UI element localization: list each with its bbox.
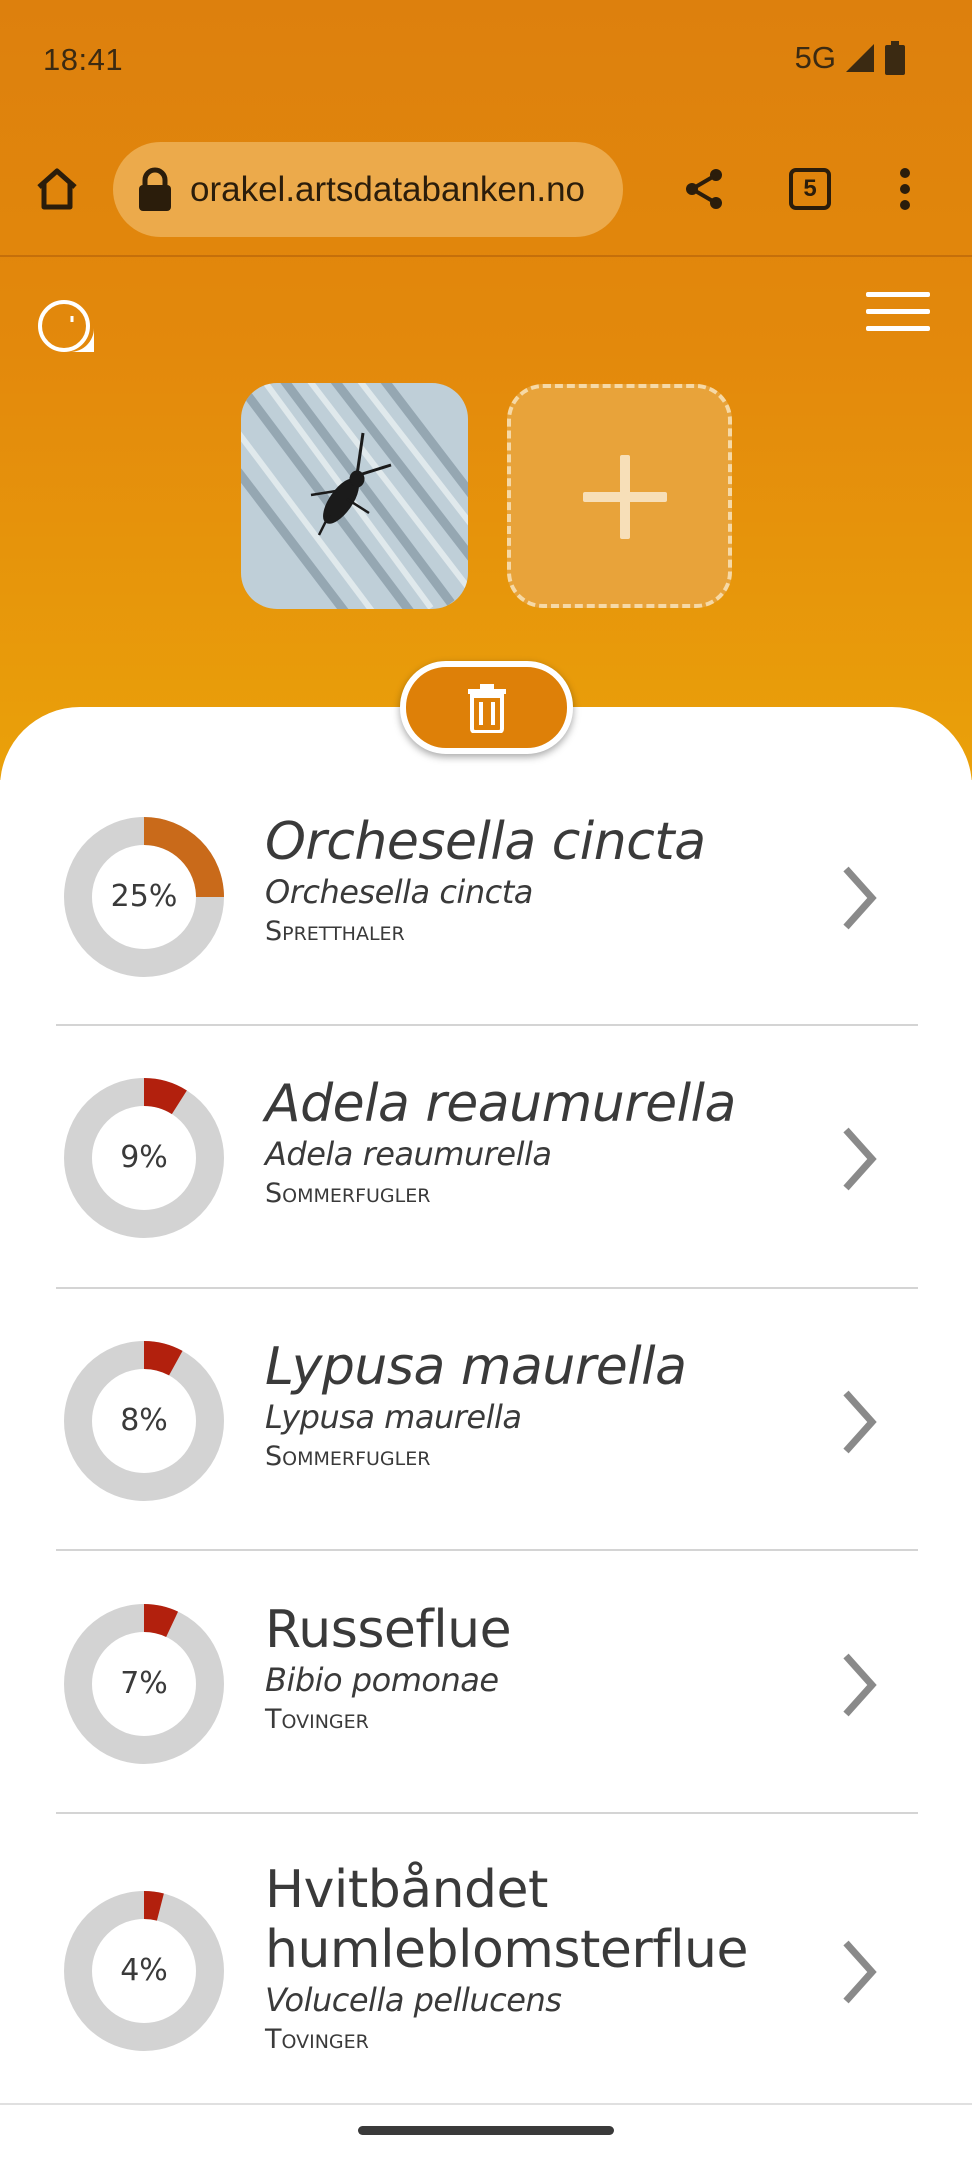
scientific-name: Bibio pomonae xyxy=(265,1661,499,1699)
share-button[interactable] xyxy=(668,153,740,225)
scientific-name: Adela reaumurella xyxy=(265,1135,552,1173)
home-button[interactable] xyxy=(21,153,93,225)
status-bar: 18:41 5G xyxy=(0,0,972,125)
chevron-right-icon[interactable] xyxy=(840,1650,880,1720)
plus-icon-vertical xyxy=(620,455,630,539)
confidence-percent: 4% xyxy=(120,1953,168,1988)
status-time: 18:41 xyxy=(43,42,124,77)
address-bar[interactable]: orakel.artsdatabanken.no xyxy=(113,142,623,237)
confidence-ring: 25% xyxy=(64,817,224,977)
tab-count: 5 xyxy=(789,168,831,210)
status-icons: 5G xyxy=(795,40,906,76)
result-text: Adela reaumurella Adela reaumurella Somm… xyxy=(265,1074,736,1214)
confidence-ring: 7% xyxy=(64,1604,224,1764)
result-row[interactable]: 7% Russeflue Bibio pomonae Tovinger xyxy=(56,1551,918,1814)
species-group: Spretthaler xyxy=(265,916,405,947)
species-name: Russeflue xyxy=(265,1600,512,1660)
delete-button[interactable] xyxy=(400,661,573,754)
confidence-ring: 9% xyxy=(64,1078,224,1238)
confidence-percent: 9% xyxy=(120,1140,168,1175)
artsorakel-logo-icon[interactable] xyxy=(36,296,96,356)
result-row[interactable]: 4% Hvitbåndet humleblomsterflue Volucell… xyxy=(56,1814,918,2104)
trash-icon xyxy=(467,683,506,733)
result-text: Hvitbåndet humleblomsterflue Volucella p… xyxy=(265,1860,825,2060)
confidence-percent: 8% xyxy=(120,1403,168,1438)
share-icon xyxy=(686,169,722,209)
tab-switcher-button[interactable]: 5 xyxy=(774,153,846,225)
species-group: Sommerfugler xyxy=(265,1178,431,1209)
insect-photo xyxy=(241,383,468,609)
result-row[interactable]: 9% Adela reaumurella Adela reaumurella S… xyxy=(56,1026,918,1289)
result-text: Lypusa maurella Lypusa maurella Sommerfu… xyxy=(265,1337,687,1477)
chevron-right-icon[interactable] xyxy=(840,863,880,933)
home-icon xyxy=(37,168,77,210)
confidence-percent: 25% xyxy=(110,879,178,914)
scientific-name: Lypusa maurella xyxy=(265,1398,522,1436)
signal-icon xyxy=(846,44,874,72)
more-vert-icon xyxy=(900,168,910,210)
result-row[interactable]: 25% Orchesella cincta Orchesella cincta … xyxy=(56,762,918,1026)
result-text: Orchesella cincta Orchesella cincta Spre… xyxy=(265,812,706,952)
chevron-right-icon[interactable] xyxy=(840,1387,880,1457)
species-name: Lypusa maurella xyxy=(265,1337,687,1397)
home-indicator[interactable] xyxy=(358,2126,614,2135)
menu-bar xyxy=(866,309,930,314)
nav-bar-divider xyxy=(0,2103,972,2105)
url-text[interactable]: orakel.artsdatabanken.no xyxy=(190,142,605,237)
species-group: Tovinger xyxy=(265,2024,369,2055)
browser-toolbar: orakel.artsdatabanken.no 5 xyxy=(0,125,972,257)
scientific-name: Volucella pellucens xyxy=(265,1981,562,2019)
confidence-percent: 7% xyxy=(120,1666,168,1701)
lock-icon xyxy=(139,167,171,211)
species-name: Adela reaumurella xyxy=(265,1074,736,1134)
uploaded-photo-thumbnail[interactable] xyxy=(241,383,468,609)
browser-menu-button[interactable] xyxy=(869,153,941,225)
species-group: Tovinger xyxy=(265,1704,369,1735)
result-text: Russeflue Bibio pomonae Tovinger xyxy=(265,1600,512,1740)
chevron-right-icon[interactable] xyxy=(840,1124,880,1194)
species-group: Sommerfugler xyxy=(265,1441,431,1472)
chevron-right-icon[interactable] xyxy=(840,1937,880,2007)
menu-bar xyxy=(866,326,930,331)
species-name: Orchesella cincta xyxy=(265,812,706,872)
battery-icon xyxy=(885,41,905,75)
species-name: Hvitbåndet humleblomsterflue xyxy=(265,1860,749,1980)
result-row[interactable]: 8% Lypusa maurella Lypusa maurella Somme… xyxy=(56,1289,918,1551)
confidence-ring: 8% xyxy=(64,1341,224,1501)
menu-bar xyxy=(866,292,930,297)
network-label: 5G xyxy=(794,40,836,75)
scientific-name: Orchesella cincta xyxy=(265,873,533,911)
confidence-ring: 4% xyxy=(64,1891,224,2051)
hamburger-menu-icon[interactable] xyxy=(866,292,930,340)
add-photo-button[interactable] xyxy=(507,384,732,608)
